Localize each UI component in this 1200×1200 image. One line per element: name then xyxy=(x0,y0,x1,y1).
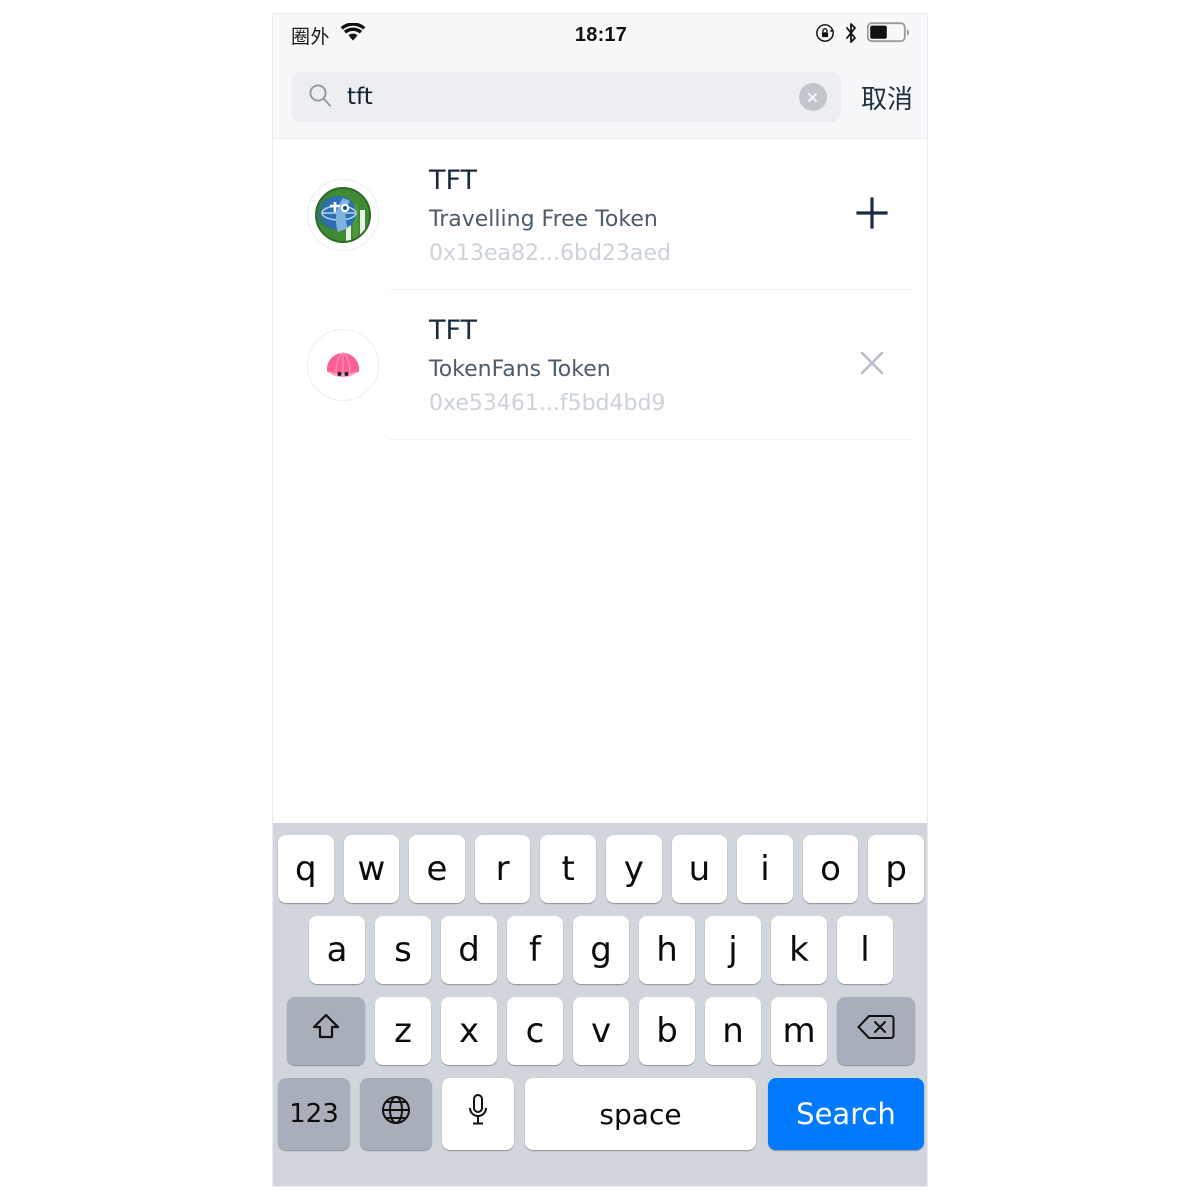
key-j[interactable]: j xyxy=(705,916,761,984)
carrier-label: 圈外 xyxy=(291,25,331,48)
key-n[interactable]: n xyxy=(705,997,761,1065)
key-o[interactable]: o xyxy=(802,835,859,903)
token-address: 0x13ea82...6bd23aed xyxy=(429,240,671,266)
key-m[interactable]: m xyxy=(771,997,827,1065)
token-result-row[interactable]: TFT Travelling Free Token 0x13ea82...6bd… xyxy=(273,140,927,290)
status-bar-clock: 18:17 xyxy=(574,23,628,46)
keyboard-row-2: a s d f g h j k l xyxy=(273,916,927,984)
pink-clam-shell-logo-icon xyxy=(307,329,379,401)
key-k[interactable]: k xyxy=(771,916,827,984)
backspace-delete-icon xyxy=(856,1011,896,1051)
token-address: 0xe53461...f5bd4bd9 xyxy=(429,390,666,416)
key-l[interactable]: l xyxy=(837,916,893,984)
microphone-icon xyxy=(464,1092,492,1137)
status-bar-left: 圈外 xyxy=(291,22,575,49)
keyboard-row-3: z x c v b n m xyxy=(273,997,927,1065)
search-results-list: TFT Travelling Free Token 0x13ea82...6bd… xyxy=(273,140,927,823)
key-w[interactable]: w xyxy=(343,835,400,903)
key-y[interactable]: y xyxy=(606,835,662,903)
search-icon xyxy=(307,82,333,113)
token-name: Travelling Free Token xyxy=(429,206,658,232)
search-bar: tft 取消 xyxy=(273,56,927,139)
key-q[interactable]: q xyxy=(278,835,334,903)
keyboard-row-4: 123 space Search xyxy=(273,1078,927,1150)
language-globe-key[interactable] xyxy=(360,1078,432,1150)
shift-key[interactable] xyxy=(287,997,365,1065)
key-x[interactable]: x xyxy=(441,997,497,1065)
key-f[interactable]: f xyxy=(507,916,563,984)
phone-screen: 圈外 18:17 tft 取消 TFT Travelling Free Toke… xyxy=(272,13,928,1187)
key-u[interactable]: u xyxy=(671,835,728,903)
key-c[interactable]: c xyxy=(507,997,563,1065)
onscreen-keyboard: q w e r t y u i o p a s d f g h j k l z … xyxy=(273,823,927,1186)
key-r[interactable]: r xyxy=(474,835,531,903)
plus-icon xyxy=(854,195,890,236)
clear-search-button[interactable] xyxy=(798,83,827,111)
numbers-key[interactable]: 123 xyxy=(278,1078,350,1150)
globe-shield-chart-logo-icon xyxy=(307,179,379,251)
bluetooth-icon xyxy=(844,22,858,49)
key-h[interactable]: h xyxy=(639,916,695,984)
key-v[interactable]: v xyxy=(573,997,629,1065)
key-s[interactable]: s xyxy=(375,916,431,984)
remove-token-button[interactable] xyxy=(837,347,907,384)
status-bar: 圈外 18:17 xyxy=(273,14,927,56)
key-z[interactable]: z xyxy=(375,997,431,1065)
token-symbol: TFT xyxy=(429,165,478,197)
wifi-icon xyxy=(340,22,366,47)
rotation-lock-icon xyxy=(815,23,835,48)
token-name: TokenFans Token xyxy=(429,356,611,382)
status-bar-right xyxy=(627,22,911,49)
key-i[interactable]: i xyxy=(737,835,793,903)
battery-icon xyxy=(866,22,911,48)
key-e[interactable]: e xyxy=(409,835,465,903)
add-token-button[interactable] xyxy=(837,195,907,236)
token-details: TFT Travelling Free Token 0x13ea82...6bd… xyxy=(429,164,837,266)
dictation-key[interactable] xyxy=(442,1078,514,1150)
search-input[interactable]: tft xyxy=(291,72,841,122)
token-symbol: TFT xyxy=(429,315,478,347)
key-b[interactable]: b xyxy=(639,997,695,1065)
token-result-row[interactable]: TFT TokenFans Token 0xe53461...f5bd4bd9 xyxy=(273,290,927,440)
backspace-key[interactable] xyxy=(837,997,915,1065)
token-details: TFT TokenFans Token 0xe53461...f5bd4bd9 xyxy=(429,314,837,416)
key-p[interactable]: p xyxy=(868,835,924,903)
row-divider xyxy=(389,439,911,440)
cancel-button[interactable]: 取消 xyxy=(861,79,913,116)
key-g[interactable]: g xyxy=(573,916,629,984)
key-a[interactable]: a xyxy=(309,916,365,984)
close-x-icon xyxy=(856,347,888,384)
keyboard-row-1: q w e r t y u i o p xyxy=(273,835,927,903)
shift-up-arrow-icon xyxy=(309,1010,343,1053)
search-key[interactable]: Search xyxy=(768,1078,924,1150)
key-d[interactable]: d xyxy=(441,916,497,984)
space-key[interactable]: space xyxy=(525,1078,756,1150)
globe-language-icon xyxy=(379,1093,413,1136)
search-input-value: tft xyxy=(347,84,373,110)
key-t[interactable]: t xyxy=(540,835,596,903)
